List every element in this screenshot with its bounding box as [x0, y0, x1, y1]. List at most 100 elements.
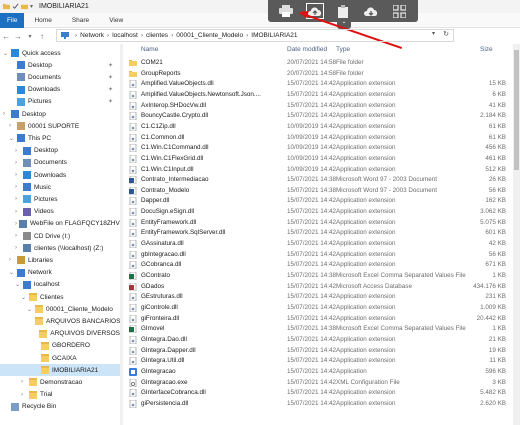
- nav-item[interactable]: Recycle Bin: [0, 401, 120, 413]
- chevron-right-icon[interactable]: ›: [15, 172, 21, 178]
- column-header-date[interactable]: Date modified: [287, 46, 327, 53]
- chevron-down-icon[interactable]: ⌄: [27, 306, 33, 313]
- chevron-right-icon[interactable]: ›: [15, 160, 21, 166]
- pin-icon[interactable]: ✦: [108, 86, 113, 93]
- file-row[interactable]: GInterfaceCobranca.dll 15/07/2021 14:42 Ap…: [126, 388, 512, 399]
- breadcrumb-network[interactable]: Network: [80, 32, 104, 39]
- chevron-down-icon[interactable]: ⌄: [15, 281, 21, 288]
- qr-code-button[interactable]: [391, 3, 409, 19]
- file-row[interactable]: giFronteira.dll 15/07/2021 14:42 Applicati…: [126, 314, 512, 325]
- file-row[interactable]: EntityFramework.dll 15/07/2021 14:42 Appli…: [126, 218, 512, 229]
- pin-icon[interactable]: ✦: [108, 98, 113, 105]
- file-row[interactable]: GIntegra.Dapper.dll 15/07/2021 14:42 Appli…: [126, 346, 512, 357]
- nav-item[interactable]: › Videos: [0, 206, 120, 218]
- address-bar[interactable]: › Network › localhost › clientes › 00001…: [56, 29, 454, 42]
- navigation-pane-scrollbar[interactable]: [120, 44, 123, 425]
- file-row[interactable]: GIntegracao 15/07/2021 14:42 Application 59…: [126, 367, 512, 378]
- chevron-down-icon[interactable]: ⌄: [3, 50, 9, 57]
- nav-item[interactable]: Downloads ✦: [0, 84, 120, 96]
- nav-item[interactable]: › WebFile on FLAGFQCY18ZHV8: [0, 218, 122, 230]
- chevron-down-icon[interactable]: ⌄: [9, 269, 15, 276]
- file-row[interactable]: GEstruturas.dll 15/07/2021 14:42 Applicati…: [126, 292, 512, 303]
- nav-item[interactable]: GBORDERO: [0, 340, 120, 352]
- nav-item[interactable]: Pictures ✦: [0, 96, 120, 108]
- file-row[interactable]: Amplified.ValueObjects.dll 15/07/2021 14:…: [126, 79, 512, 90]
- file-row[interactable]: GIntegracao.exe 15/07/2021 14:42 XML Confi…: [126, 378, 512, 389]
- file-row[interactable]: giPersistencia.dll 15/07/2021 14:42 Applic…: [126, 399, 512, 410]
- chevron-right-icon[interactable]: ›: [15, 245, 21, 251]
- file-row[interactable]: GAssinatura.dll 15/07/2021 14:42 Applicati…: [126, 239, 512, 250]
- nav-item[interactable]: › 00001 SUPORTE: [0, 120, 120, 132]
- file-row[interactable]: C1.Win.C1Command.dll 10/09/2019 14:42 Appl…: [126, 143, 512, 154]
- chevron-down-icon[interactable]: ▾: [30, 3, 33, 10]
- nav-item[interactable]: ⌄ This PC: [0, 132, 120, 144]
- nav-item[interactable]: › Demonstracao: [0, 376, 120, 388]
- file-row[interactable]: GIntegra.Util.dll 15/07/2021 14:42 Applica…: [126, 356, 512, 367]
- up-arrow-icon[interactable]: ↑: [36, 32, 48, 41]
- pin-icon[interactable]: ✦: [108, 74, 113, 81]
- column-header-type[interactable]: Type: [336, 46, 350, 53]
- nav-item[interactable]: ⌄ localhost: [0, 279, 120, 291]
- chevron-right-icon[interactable]: ›: [21, 379, 27, 385]
- nav-item[interactable]: Documents ✦: [0, 71, 120, 83]
- chevron-right-icon[interactable]: ›: [15, 233, 21, 239]
- folder-icon[interactable]: [3, 3, 10, 10]
- chevron-right-icon[interactable]: ›: [15, 196, 21, 202]
- nav-item[interactable]: › Trial: [0, 389, 120, 401]
- chevron-down-icon[interactable]: ▾: [432, 30, 435, 37]
- forward-arrow-icon[interactable]: →: [12, 32, 24, 41]
- nav-item[interactable]: › Desktop: [0, 108, 120, 120]
- file-row[interactable]: GDados 15/07/2021 14:42 Microsoft Access D…: [126, 282, 512, 293]
- chevron-right-icon[interactable]: ›: [9, 257, 15, 263]
- pin-icon[interactable]: ✦: [108, 62, 113, 69]
- file-row[interactable]: C1.Common.dll 10/09/2019 14:42 Application…: [126, 133, 512, 144]
- file-list-scrollbar[interactable]: [513, 44, 520, 425]
- file-row[interactable]: C1.C1Zip.dll 10/09/2019 14:42 Application …: [126, 122, 512, 133]
- recent-locations-chevron-icon[interactable]: ▾: [24, 33, 36, 40]
- clipboard-button[interactable]: [334, 3, 352, 19]
- file-row[interactable]: BouncyCastle.Crypto.dll 15/07/2021 14:42 A…: [126, 111, 512, 122]
- column-header-name[interactable]: Name: [141, 46, 158, 53]
- chevron-down-icon[interactable]: ⌄: [9, 135, 15, 142]
- nav-item[interactable]: ⌄ Quick access: [0, 47, 120, 59]
- breadcrumb-imobiliaria21[interactable]: IMOBILIARIA21: [251, 32, 297, 39]
- nav-item[interactable]: GCAIXA: [0, 352, 120, 364]
- nav-item[interactable]: › Documents: [0, 157, 120, 169]
- file-row[interactable]: giControle.dll 15/07/2021 14:42 Applicatio…: [126, 303, 512, 314]
- file-row[interactable]: Dapper.dll 15/07/2021 14:42 Application ex…: [126, 196, 512, 207]
- nav-item[interactable]: › Libraries: [0, 254, 120, 266]
- file-row[interactable]: Contrato_Intermediacao 15/07/2021 14:38 Mi…: [126, 175, 512, 186]
- nav-item[interactable]: IMOBILIARIA21: [0, 364, 120, 377]
- chevron-down-icon[interactable]: ⌄: [21, 294, 27, 301]
- nav-item[interactable]: ⌄ Clientes: [0, 291, 120, 303]
- folder-icon[interactable]: [21, 3, 28, 10]
- file-row[interactable]: AxInterop.SHDocVw.dll 15/07/2021 14:42 App…: [126, 101, 512, 112]
- file-row[interactable]: GContrato 15/07/2021 14:38 Microsoft Excel…: [126, 271, 512, 282]
- back-arrow-icon[interactable]: ←: [0, 32, 12, 41]
- tab-home[interactable]: Home: [24, 13, 61, 28]
- file-row[interactable]: Contrato_Modelo 15/07/2021 14:38 Microsoft…: [126, 186, 512, 197]
- file-row[interactable]: GroupReports 20/07/2021 14:58 File folder: [126, 69, 512, 80]
- nav-item[interactable]: › Music: [0, 181, 120, 193]
- tab-share[interactable]: Share: [62, 13, 99, 28]
- cloud-download-button[interactable]: [362, 3, 380, 19]
- file-row[interactable]: Amplified.ValueObjects.Newtonsoft.Json..…: [126, 90, 512, 101]
- scrollbar-thumb[interactable]: [514, 50, 519, 170]
- checkmark-icon[interactable]: [12, 3, 19, 10]
- file-row[interactable]: GIntegra.Dao.dll 15/07/2021 14:42 Applicat…: [126, 335, 512, 346]
- nav-item[interactable]: › clientes (\\localhost) (Z:): [0, 242, 120, 254]
- breadcrumb-localhost[interactable]: localhost: [112, 32, 138, 39]
- nav-item[interactable]: › Pictures: [0, 193, 120, 205]
- chevron-right-icon[interactable]: ›: [15, 221, 17, 227]
- file-row[interactable]: GCobranca.dll 15/07/2021 14:42 Application…: [126, 260, 512, 271]
- tab-view[interactable]: View: [99, 13, 133, 28]
- tab-file[interactable]: File: [0, 12, 25, 28]
- nav-item[interactable]: ARQUIVOS DIVERSOS: [0, 328, 120, 340]
- refresh-icon[interactable]: ↻: [443, 30, 449, 38]
- nav-item[interactable]: › Desktop: [0, 145, 120, 157]
- breadcrumb-clientes[interactable]: clientes: [146, 32, 168, 39]
- column-header-size[interactable]: Size: [480, 46, 493, 53]
- chevron-right-icon[interactable]: ›: [15, 148, 21, 154]
- chevron-right-icon[interactable]: ›: [3, 111, 9, 117]
- nav-item[interactable]: ⌄ Network: [0, 267, 120, 279]
